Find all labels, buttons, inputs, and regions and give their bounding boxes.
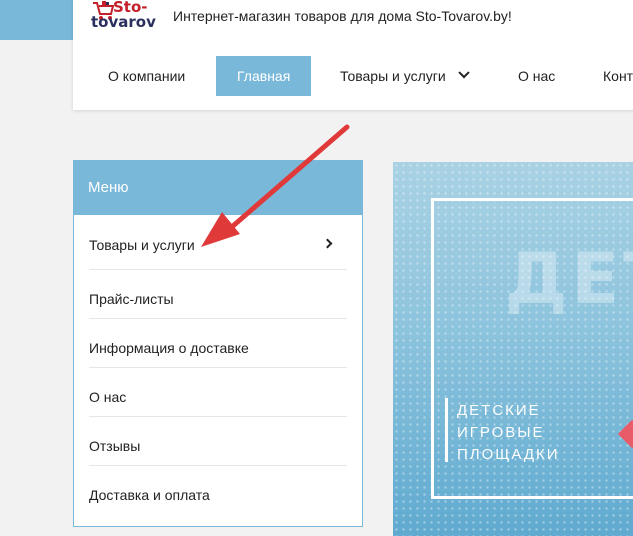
nav-item-about-us[interactable]: О нас	[518, 56, 555, 96]
menu-item-reviews[interactable]: Отзывы	[89, 417, 347, 466]
menu-item-products-services[interactable]: Товары и услуги	[89, 215, 347, 270]
main-nav: О компании Главная Товары и услуги О нас…	[73, 56, 633, 96]
nav-item-label: О нас	[518, 68, 556, 84]
chevron-down-icon	[457, 67, 470, 79]
side-menu-list: Товары и услуги Прайс-листы Информация о…	[74, 215, 362, 515]
menu-item-label: Информация о доставке	[89, 340, 249, 356]
menu-item-label: Прайс-листы	[89, 291, 174, 307]
site-tagline: Интернет-магазин товаров для дома Sto-To…	[173, 8, 512, 24]
banner-text-bar	[445, 398, 448, 462]
nav-item-label: Товары и услуги	[340, 68, 446, 84]
logo-text: Sto- tovarov	[91, 0, 156, 30]
side-menu: Меню Товары и услуги Прайс-листы Информа…	[73, 160, 363, 527]
menu-item-label: Доставка и оплата	[89, 487, 210, 503]
banner-caption-line-3: ПЛОЩАДКИ	[457, 446, 560, 463]
nav-item-label: Конт	[603, 68, 633, 84]
menu-item-label: Товары и услуги	[89, 237, 195, 253]
banner-caption-line-1: ДЕТСКИЕ	[457, 402, 541, 419]
nav-item-home[interactable]: Главная	[216, 56, 312, 96]
side-menu-title: Меню	[74, 161, 362, 215]
site-logo[interactable]: Sto- tovarov	[91, 0, 161, 34]
menu-item-label: О нас	[89, 389, 127, 405]
menu-item-price-lists[interactable]: Прайс-листы	[89, 270, 347, 319]
nav-item-label: Главная	[237, 68, 291, 84]
banner-caption: ДЕТСКИЕ ИГРОВЫЕ ПЛОЩАДКИ	[457, 400, 560, 466]
promo-banner[interactable]: ДЕТ ДЕТСКИЕ ИГРОВЫЕ ПЛОЩАДКИ	[393, 162, 633, 536]
menu-item-about-us[interactable]: О нас	[89, 368, 347, 417]
page: Sto- tovarov Интернет-магазин товаров дл…	[0, 0, 633, 536]
menu-item-delivery-payment[interactable]: Доставка и оплата	[89, 466, 347, 515]
logo-line-2: tovarov	[91, 13, 156, 31]
nav-item-products-services[interactable]: Товары и услуги	[340, 56, 470, 96]
menu-item-label: Отзывы	[89, 438, 141, 454]
nav-item-label: О компании	[108, 68, 186, 84]
top-accent-strip	[0, 0, 73, 40]
menu-item-delivery-info[interactable]: Информация о доставке	[89, 319, 347, 368]
site-header: Sto- tovarov Интернет-магазин товаров дл…	[73, 0, 633, 110]
chevron-right-icon	[322, 238, 333, 249]
nav-item-contacts[interactable]: Конт	[603, 56, 633, 96]
nav-item-about-company[interactable]: О компании	[108, 56, 185, 96]
banner-caption-line-2: ИГРОВЫЕ	[457, 424, 545, 441]
